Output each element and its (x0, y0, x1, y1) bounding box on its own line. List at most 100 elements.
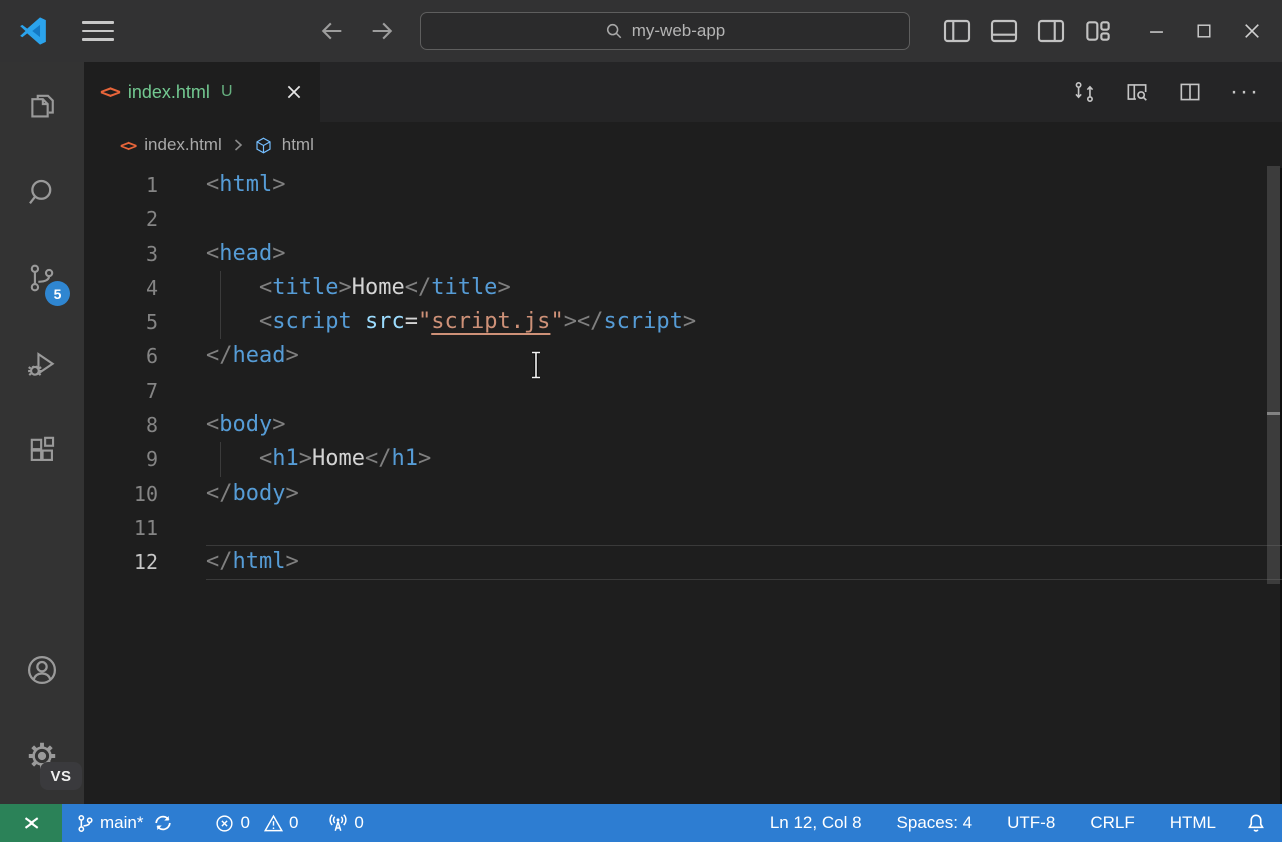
code-text[interactable]: <html> (206, 168, 285, 202)
vertical-scrollbar[interactable] (1267, 166, 1280, 584)
ports-count: 0 (354, 813, 363, 833)
sidebar-item-run-debug[interactable] (18, 340, 66, 388)
sidebar-item-source-control[interactable]: 5 (18, 254, 66, 302)
split-editor-icon[interactable] (1177, 79, 1203, 105)
code-lines: 1 <html>23<head>4 <title>Home</title>5 <s… (84, 168, 1282, 580)
search-input[interactable]: my-web-app (420, 12, 910, 50)
code-line[interactable]: 11 (84, 511, 1282, 545)
cursor-position[interactable]: Ln 12, Col 8 (770, 813, 862, 833)
close-button[interactable] (1228, 0, 1276, 62)
error-count: 0 (240, 813, 249, 833)
breadcrumb: <> index.html html (84, 122, 1282, 168)
problems-button[interactable]: 0 0 (215, 813, 298, 833)
code-text[interactable]: <h1>Home</h1> (206, 442, 431, 476)
customize-layout-icon[interactable] (1082, 15, 1114, 47)
open-preview-icon[interactable] (1124, 79, 1150, 105)
line-number: 12 (84, 545, 158, 579)
breadcrumb-symbol[interactable]: html (282, 135, 314, 155)
tab-close-icon[interactable] (284, 82, 304, 102)
git-status-badge: U (221, 83, 233, 101)
activity-bar: 5 (0, 62, 84, 804)
code-line[interactable]: 8 <body> (84, 408, 1282, 442)
line-number: 10 (84, 477, 158, 511)
extensions-icon (25, 433, 59, 467)
maximize-button[interactable] (1180, 0, 1228, 62)
notifications-button[interactable] (1246, 813, 1266, 833)
search-value: my-web-app (632, 21, 726, 41)
layout-controls (941, 0, 1114, 62)
code-line[interactable]: 9 <h1>Home</h1> (84, 442, 1282, 476)
account-icon (24, 652, 60, 688)
indentation-setting[interactable]: Spaces: 4 (897, 813, 973, 833)
encoding-setting[interactable]: UTF-8 (1007, 813, 1055, 833)
vscode-logo-icon (18, 16, 48, 46)
line-number: 8 (84, 408, 158, 442)
line-number: 11 (84, 511, 158, 545)
search-icon (605, 22, 623, 40)
tab-label: index.html (128, 82, 210, 103)
code-text[interactable]: <head> (206, 237, 285, 271)
eol-setting[interactable]: CRLF (1090, 813, 1134, 833)
warning-icon (264, 814, 283, 833)
minimize-button[interactable] (1132, 0, 1180, 62)
window-controls (1132, 0, 1276, 62)
tab-index-html[interactable]: <> index.html U (84, 62, 320, 122)
title-bar: my-web-app (0, 0, 1282, 62)
go-forward-icon[interactable] (368, 17, 396, 45)
toggle-secondary-sidebar-icon[interactable] (1035, 15, 1067, 47)
toggle-primary-sidebar-icon[interactable] (941, 15, 973, 47)
line-number: 9 (84, 442, 158, 476)
code-line[interactable]: 3<head> (84, 237, 1282, 271)
open-changes-icon[interactable] (1071, 79, 1097, 105)
search-icon (25, 175, 59, 209)
explorer-icon (25, 89, 59, 123)
remote-icon (20, 812, 42, 834)
code-text[interactable]: </html> (206, 545, 299, 579)
status-bar: main* 0 0 (0, 804, 1282, 842)
code-line[interactable]: 5 <script src="script.js"></script> (84, 305, 1282, 339)
go-back-icon[interactable] (318, 17, 346, 45)
code-line[interactable]: 2 (84, 202, 1282, 236)
settings-button[interactable]: VS (18, 732, 66, 780)
symbol-cube-icon (254, 136, 273, 155)
code-line[interactable]: 1 <html> (84, 168, 1282, 202)
run-and-debug-icon (25, 347, 59, 381)
code-line[interactable]: 12 </html> (84, 545, 1282, 579)
git-branch-icon (76, 814, 95, 833)
code-line[interactable]: 7 (84, 374, 1282, 408)
sync-icon (153, 813, 173, 833)
chevron-right-icon (231, 138, 245, 152)
html-file-icon: <> (100, 81, 119, 103)
bell-icon (1246, 813, 1266, 833)
toggle-panel-icon[interactable] (988, 15, 1020, 47)
more-actions-icon[interactable]: ··· (1230, 87, 1260, 97)
source-control-badge: 5 (45, 281, 70, 306)
sidebar-item-search[interactable] (18, 168, 66, 216)
statusbar-left: main* 0 0 (62, 813, 364, 833)
code-text[interactable]: <script src="script.js"></script> (206, 305, 696, 339)
sync-button[interactable] (153, 813, 173, 833)
breadcrumb-file[interactable]: index.html (144, 135, 221, 155)
sidebar-item-explorer[interactable] (18, 82, 66, 130)
code-text[interactable]: </body> (206, 477, 299, 511)
language-mode[interactable]: HTML (1170, 813, 1216, 833)
code-line[interactable]: 10 </body> (84, 477, 1282, 511)
line-number: 4 (84, 271, 158, 305)
menu-icon[interactable] (82, 18, 114, 44)
code-editor[interactable]: 1 <html>23<head>4 <title>Home</title>5 <s… (84, 168, 1282, 804)
warning-count: 0 (289, 813, 298, 833)
code-text[interactable]: </head> (206, 339, 299, 373)
maximize-icon (1197, 24, 1211, 38)
account-button[interactable] (18, 646, 66, 694)
line-number: 1 (84, 168, 158, 202)
ports-button[interactable]: 0 (328, 813, 363, 833)
editor-group: <> index.html U (84, 62, 1282, 804)
code-text[interactable]: <title>Home</title> (206, 271, 511, 305)
sidebar-item-extensions[interactable] (18, 426, 66, 474)
code-line[interactable]: 4 <title>Home</title> (84, 271, 1282, 305)
remote-indicator[interactable] (0, 804, 62, 842)
code-text[interactable]: <body> (206, 408, 285, 442)
git-branch-button[interactable]: main* (76, 813, 143, 833)
error-icon (215, 814, 234, 833)
code-line[interactable]: 6</head> (84, 339, 1282, 373)
